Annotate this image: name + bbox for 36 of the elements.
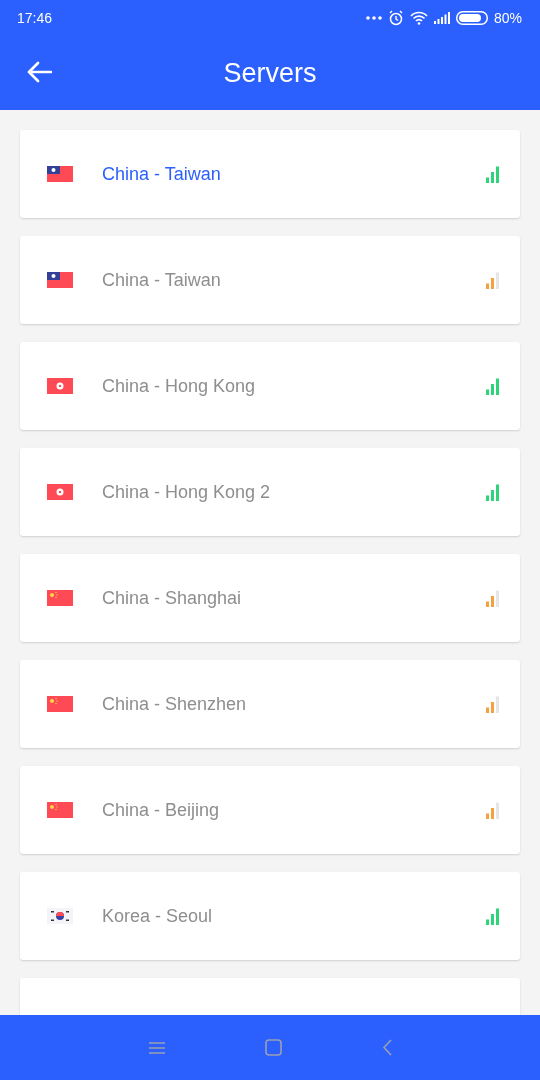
- wifi-icon: [409, 11, 428, 25]
- server-name: China - Hong Kong: [102, 375, 257, 397]
- flag-icon: [47, 908, 73, 924]
- alarm-icon: [387, 10, 404, 26]
- server-name: China - Taiwan: [102, 163, 222, 185]
- back-icon[interactable]: [381, 1039, 392, 1056]
- server-item[interactable]: China - Hong Kong: [20, 342, 520, 430]
- flag-icon: [47, 272, 73, 288]
- status-time: 17:46: [17, 10, 53, 26]
- signal-icon: [433, 12, 450, 24]
- home-icon[interactable]: [264, 1039, 282, 1056]
- server-item[interactable]: China - Shenzhen: [20, 660, 520, 748]
- flag-icon: [47, 802, 73, 818]
- server-name: China - Shenzhen: [102, 693, 248, 715]
- flag-icon: [47, 166, 73, 182]
- more-icon: [365, 15, 382, 21]
- battery-percent: 80%: [493, 10, 522, 26]
- server-name: China - Taiwan: [102, 269, 222, 291]
- server-name: Korea - Seoul: [102, 905, 214, 927]
- flag-icon: [47, 590, 73, 606]
- server-item[interactable]: China - Hong Kong 2: [20, 448, 520, 536]
- server-name: China - Shanghai: [102, 587, 243, 609]
- server-name: China - Beijing: [102, 799, 221, 821]
- flag-icon: [47, 378, 73, 394]
- server-item[interactable]: China - Taiwan: [20, 130, 520, 218]
- menu-icon[interactable]: [148, 1040, 165, 1055]
- battery-icon: [455, 11, 488, 25]
- flag-icon: [47, 696, 73, 712]
- server-item[interactable]: China - Taiwan: [20, 236, 520, 324]
- page-title: Servers: [223, 57, 317, 89]
- server-item[interactable]: China - Beijing: [20, 766, 520, 854]
- server-item[interactable]: Korea - Seoul: [20, 872, 520, 960]
- flag-icon: [47, 484, 73, 500]
- server-name: China - Hong Kong 2: [102, 481, 272, 503]
- back-arrow-icon[interactable]: [26, 61, 52, 83]
- server-item[interactable]: China - Shanghai: [20, 554, 520, 642]
